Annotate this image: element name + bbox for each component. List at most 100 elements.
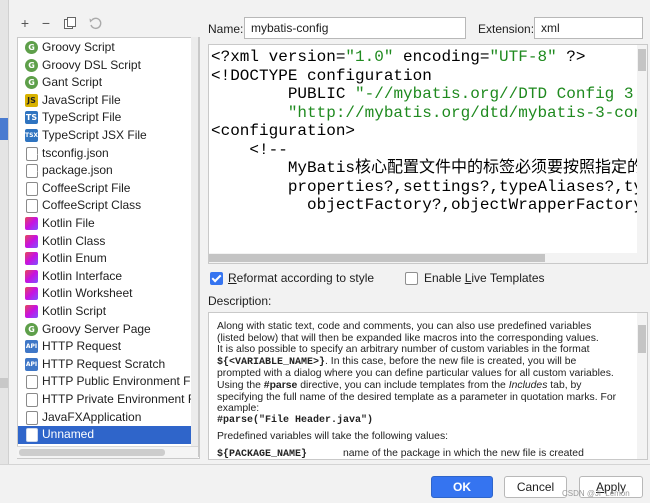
template-list-item[interactable]: Kotlin Interface [18, 268, 199, 286]
code-line[interactable]: <!DOCTYPE configuration [211, 66, 647, 86]
code-token: encoding= [393, 48, 490, 66]
code-line[interactable]: PUBLIC "-//mybatis.org//DTD Config 3.0//… [211, 85, 647, 104]
kotlin-icon [25, 305, 38, 318]
template-list-item-label: CoffeeScript Class [42, 198, 142, 213]
code-token: <!-- [211, 140, 288, 159]
code-line[interactable]: <!-- [211, 140, 647, 160]
template-list-item[interactable]: Kotlin Script [18, 303, 199, 321]
description-paragraph: Using the #parse directive, you can incl… [217, 379, 617, 415]
live-templates-checkbox-label[interactable]: Enable Live Templates [424, 270, 545, 286]
template-list-item-label: Groovy Script [42, 40, 115, 54]
template-list-toolbar: + − [17, 13, 197, 33]
template-list-item[interactable]: API HTTP Request [18, 338, 199, 356]
description-panel: Along with static text, code and comment… [208, 312, 648, 460]
kotlin-icon [25, 217, 38, 230]
ok-button[interactable]: OK [431, 476, 493, 498]
groovy-icon: G [25, 322, 38, 336]
copy-template-button[interactable] [62, 13, 78, 33]
coffeescript-icon [26, 199, 38, 214]
template-list-item[interactable]: CoffeeScript Class [18, 197, 199, 215]
template-list-item[interactable]: Unnamed [18, 426, 199, 444]
template-code-editor[interactable]: <?xml version="1.0" encoding="UTF-8" ?> <… [208, 44, 648, 264]
reset-icon [89, 17, 102, 30]
template-list-item-label: CoffeeScript File [42, 180, 131, 195]
template-list[interactable]: G Groovy Script G Groovy DSL Script G Gant Sc… [17, 37, 200, 459]
add-template-button[interactable]: + [17, 13, 33, 33]
code-token: properties?,settings?,typeAliases?,typeH… [287, 177, 647, 196]
editor-vertical-scrollbar[interactable] [637, 45, 647, 263]
left-edge-marker [0, 378, 8, 388]
code-line[interactable]: objectFactory?,objectWrapperFactory?, [211, 196, 647, 215]
kotlin-icon [25, 252, 38, 266]
template-list-item-label: Groovy DSL Script [42, 57, 141, 72]
template-list-horizontal-scrollbar[interactable] [17, 446, 198, 458]
template-list-item[interactable]: API HTTP Request Scratch [18, 356, 199, 374]
name-input[interactable]: mybatis-config [244, 17, 466, 39]
typescript-icon: TS [25, 111, 38, 125]
template-list-item-label: tsconfig.json [42, 145, 109, 160]
template-list-horizontal-scroll-thumb[interactable] [19, 449, 165, 456]
template-list-item[interactable]: CoffeeScript File [18, 180, 199, 198]
editor-horizontal-scrollbar[interactable] [209, 253, 647, 263]
template-list-item[interactable]: Kotlin Worksheet [18, 285, 199, 303]
template-list-item[interactable]: JS JavaScript File [18, 92, 199, 110]
watermark: CSDN @Ji_Lemon [562, 489, 630, 498]
template-list-divider [198, 37, 199, 457]
json-file-icon: {} [26, 146, 38, 161]
template-list-item[interactable]: HTTP Private Environment File [18, 391, 199, 409]
cancel-button[interactable]: Cancel [504, 476, 567, 498]
editor-vertical-scroll-thumb[interactable] [638, 49, 646, 71]
template-list-item-label: package.json [42, 163, 113, 178]
template-list-item-label: Kotlin Script [42, 304, 107, 318]
template-file-icon [26, 428, 38, 443]
editor-horizontal-scroll-thumb[interactable] [209, 254, 545, 262]
remove-template-button[interactable]: − [38, 13, 54, 33]
reformat-checkbox[interactable] [210, 272, 223, 285]
variable-row: ${PACKAGE_NAME} name of the package in wh… [217, 447, 584, 460]
code-token: <!DOCTYPE configuration [211, 66, 432, 85]
code-string-literal: "-//mybatis.org//DTD Config 3.0//EN" [355, 85, 647, 103]
code-string-literal: "1.0" [345, 48, 394, 66]
template-list-item[interactable]: G Groovy DSL Script [18, 57, 199, 75]
template-list-item-label: HTTP Private Environment File [42, 392, 200, 406]
groovy-icon: G [25, 41, 38, 54]
template-list-scroll-track [191, 37, 198, 447]
code-line[interactable]: <?xml version="1.0" encoding="UTF-8" ?> [211, 48, 647, 67]
description-example: #parse("File Header.java") [217, 414, 374, 426]
live-templates-checkbox[interactable] [405, 272, 418, 285]
reformat-checkbox-label[interactable]: Reformat according to style [228, 270, 374, 286]
code-line[interactable]: MyBatis核心配置文件中的标签必须要按照指定的顺序配置： [211, 159, 647, 178]
template-list-item[interactable]: HTTP Public Environment File [18, 373, 199, 391]
template-list-item-label: HTTP Request Scratch [42, 356, 166, 371]
template-list-item-label: Kotlin Worksheet [42, 286, 133, 301]
json-file-icon: {} [26, 164, 38, 179]
description-paragraph: It is also possible to specify an arbitr… [217, 344, 614, 380]
template-list-item[interactable]: G Groovy Script [18, 39, 199, 57]
javafx-icon [26, 410, 38, 425]
code-line[interactable]: "http://mybatis.org/dtd/mybatis-3-config… [211, 104, 647, 123]
code-token: PUBLIC [211, 85, 356, 103]
template-list-item[interactable]: Kotlin File [18, 215, 199, 233]
description-vertical-scrollbar[interactable] [637, 313, 647, 459]
description-vertical-scroll-thumb[interactable] [638, 325, 646, 353]
extension-input[interactable]: xml [534, 17, 643, 39]
template-list-item[interactable]: G Gant Script [18, 74, 199, 92]
template-code-text[interactable]: <?xml version="1.0" encoding="UTF-8" ?> <… [211, 48, 647, 215]
template-list-item[interactable]: JavaFXApplication [18, 409, 199, 427]
template-list-item[interactable]: {} package.json [18, 162, 199, 180]
kotlin-icon [25, 234, 38, 248]
javascript-icon: JS [25, 93, 38, 107]
code-line[interactable]: properties?,settings?,typeAliases?,typeH… [211, 177, 647, 197]
template-list-item[interactable]: G Groovy Server Page [18, 321, 199, 339]
template-list-item[interactable]: TSX TypeScript JSX File [18, 127, 199, 145]
template-list-item[interactable]: TS TypeScript File [18, 109, 199, 127]
coffeescript-icon [26, 181, 38, 196]
code-line[interactable]: <configuration> [211, 122, 647, 141]
reset-template-button[interactable] [87, 13, 103, 33]
template-list-item[interactable]: Kotlin Class [18, 233, 199, 251]
template-list-item[interactable]: Kotlin Enum [18, 250, 199, 268]
description-label: Description: [208, 294, 272, 308]
template-list-item[interactable]: {} tsconfig.json [18, 145, 199, 163]
template-list-item-label: Kotlin Class [42, 233, 106, 248]
code-token: ?> [556, 48, 586, 66]
